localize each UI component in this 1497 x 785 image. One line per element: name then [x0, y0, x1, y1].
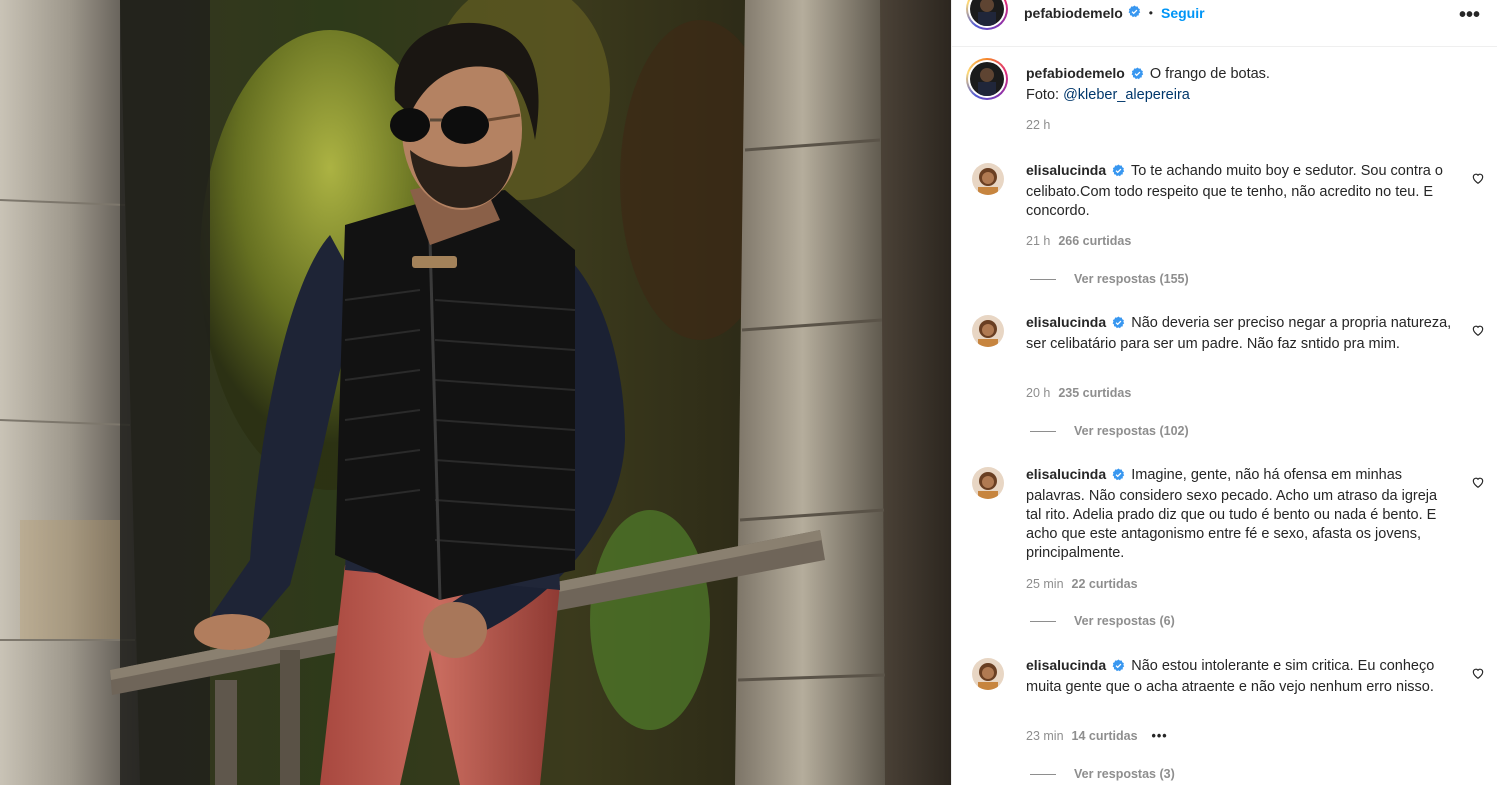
comment-author-name[interactable]: elisalucinda — [1026, 466, 1106, 482]
comment-likes[interactable]: 266 curtidas — [1058, 234, 1131, 248]
comment-avatar[interactable] — [972, 658, 1004, 690]
comment-author-name[interactable]: elisalucinda — [1026, 314, 1106, 330]
view-replies-button[interactable]: Ver respostas (102) — [1030, 424, 1189, 438]
post-photo-image — [0, 0, 951, 785]
caption-credit-link[interactable]: @kleber_alepereira — [1063, 87, 1190, 103]
comment-meta: 23 min 14 curtidas ••• — [1026, 729, 1168, 743]
comment-time[interactable]: 20 h — [1026, 386, 1050, 400]
header-author-name[interactable]: pefabiodemelo — [1024, 5, 1123, 21]
comment-avatar[interactable] — [972, 315, 1004, 347]
comment-text: elisalucinda Não deveria ser preciso neg… — [1026, 313, 1456, 354]
post-photo[interactable] — [0, 0, 951, 785]
caption-body: O frango de botas. — [1149, 66, 1270, 82]
comment-avatar[interactable] — [972, 163, 1004, 195]
like-heart-icon[interactable] — [1471, 171, 1485, 185]
replies-divider — [1030, 431, 1056, 433]
view-replies-label[interactable]: Ver respostas (155) — [1074, 272, 1189, 286]
comment-meta: 25 min 22 curtidas — [1026, 577, 1138, 591]
follow-button[interactable]: Seguir — [1161, 5, 1205, 21]
view-replies-button[interactable]: Ver respostas (3) — [1030, 767, 1175, 781]
comment-likes[interactable]: 22 curtidas — [1072, 577, 1138, 591]
more-options-icon[interactable]: ••• — [1459, 4, 1480, 27]
caption-time[interactable]: 22 h — [1026, 118, 1050, 132]
caption-credit-prefix: Foto: — [1026, 87, 1064, 103]
comment-likes[interactable]: 235 curtidas — [1058, 386, 1131, 400]
verified-badge-icon — [1131, 67, 1144, 86]
post-side-panel: pefabiodemelo • Seguir ••• pefabiodemelo… — [951, 0, 1497, 785]
verified-badge-icon — [1112, 316, 1125, 335]
view-replies-label[interactable]: Ver respostas (102) — [1074, 424, 1189, 438]
caption-text: pefabiodemelo O frango de botas. Foto: @… — [1026, 64, 1456, 105]
view-replies-label[interactable]: Ver respostas (6) — [1074, 614, 1175, 628]
replies-divider — [1030, 774, 1056, 776]
caption-author-avatar[interactable] — [970, 62, 1004, 96]
replies-divider — [1030, 279, 1056, 281]
comment-text: elisalucinda To te achando muito boy e s… — [1026, 161, 1456, 221]
view-replies-label[interactable]: Ver respostas (3) — [1074, 767, 1175, 781]
comment-avatar[interactable] — [972, 467, 1004, 499]
post-header: pefabiodemelo • Seguir ••• — [952, 0, 1497, 47]
view-replies-button[interactable]: Ver respostas (155) — [1030, 272, 1189, 286]
comment-time[interactable]: 23 min — [1026, 729, 1064, 743]
verified-badge-icon — [1128, 5, 1141, 21]
verified-badge-icon — [1112, 468, 1125, 487]
like-heart-icon[interactable] — [1471, 475, 1485, 489]
like-heart-icon[interactable] — [1471, 666, 1485, 680]
caption-author-name[interactable]: pefabiodemelo — [1026, 65, 1125, 81]
comment-text: elisalucinda Não estou intolerante e sim… — [1026, 656, 1456, 697]
like-heart-icon[interactable] — [1471, 323, 1485, 337]
comment-options-icon[interactable]: ••• — [1152, 729, 1168, 743]
comment-time[interactable]: 21 h — [1026, 234, 1050, 248]
comment-likes[interactable]: 14 curtidas — [1072, 729, 1138, 743]
view-replies-button[interactable]: Ver respostas (6) — [1030, 614, 1175, 628]
comment-author-name[interactable]: elisalucinda — [1026, 162, 1106, 178]
header-separator: • — [1148, 6, 1153, 20]
comment-author-name[interactable]: elisalucinda — [1026, 657, 1106, 673]
comment-meta: 21 h 266 curtidas — [1026, 234, 1131, 248]
comment-meta: 20 h 235 curtidas — [1026, 386, 1131, 400]
replies-divider — [1030, 621, 1056, 623]
verified-badge-icon — [1112, 659, 1125, 678]
verified-badge-icon — [1112, 164, 1125, 183]
comment-time[interactable]: 25 min — [1026, 577, 1064, 591]
comment-text: elisalucinda Imagine, gente, não há ofen… — [1026, 465, 1456, 563]
